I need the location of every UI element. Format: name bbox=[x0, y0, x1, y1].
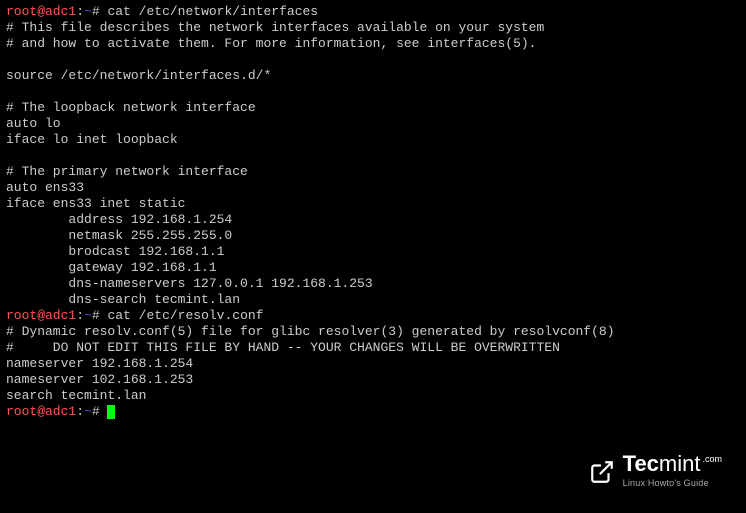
prompt-user-host: root@adc1 bbox=[6, 4, 76, 19]
output-line: nameserver 192.168.1.254 bbox=[6, 356, 740, 372]
output-line: # and how to activate them. For more inf… bbox=[6, 36, 740, 52]
output-line: auto ens33 bbox=[6, 180, 740, 196]
watermark-logo: Tecmint.com Linux Howto's Guide bbox=[589, 453, 722, 491]
prompt-cwd: ~ bbox=[84, 308, 92, 323]
output-line: source /etc/network/interfaces.d/* bbox=[6, 68, 740, 84]
prompt-line-1: root@adc1:~# cat /etc/network/interfaces bbox=[6, 4, 740, 20]
output-line: # This file describes the network interf… bbox=[6, 20, 740, 36]
output-line: nameserver 102.168.1.253 bbox=[6, 372, 740, 388]
prompt-cwd: ~ bbox=[84, 404, 92, 419]
output-line: # The primary network interface bbox=[6, 164, 740, 180]
output-line: # The loopback network interface bbox=[6, 100, 740, 116]
terminal-output: root@adc1:~# cat /etc/network/interfaces… bbox=[6, 4, 740, 420]
output-line: # DO NOT EDIT THIS FILE BY HAND -- YOUR … bbox=[6, 340, 740, 356]
output-line: dns-search tecmint.lan bbox=[6, 292, 740, 308]
prompt-symbol: # bbox=[92, 308, 100, 323]
output-line: iface ens33 inet static bbox=[6, 196, 740, 212]
output-line: gateway 192.168.1.1 bbox=[6, 260, 740, 276]
output-line: brodcast 192.168.1.1 bbox=[6, 244, 740, 260]
prompt-line-2: root@adc1:~# cat /etc/resolv.conf bbox=[6, 308, 740, 324]
watermark-brand: Tecmint.com bbox=[623, 453, 722, 475]
prompt-user-host: root@adc1 bbox=[6, 404, 76, 419]
prompt-symbol: # bbox=[92, 4, 100, 19]
output-line: address 192.168.1.254 bbox=[6, 212, 740, 228]
output-line bbox=[6, 84, 740, 100]
output-line: iface lo inet loopback bbox=[6, 132, 740, 148]
command-text: cat /etc/network/interfaces bbox=[107, 4, 318, 19]
output-line: dns-nameservers 127.0.0.1 192.168.1.253 bbox=[6, 276, 740, 292]
output-line: netmask 255.255.255.0 bbox=[6, 228, 740, 244]
external-link-icon bbox=[589, 459, 615, 485]
watermark-tagline: Linux Howto's Guide bbox=[623, 475, 709, 491]
command-text: cat /etc/resolv.conf bbox=[107, 308, 263, 323]
cursor bbox=[107, 405, 115, 419]
output-line: auto lo bbox=[6, 116, 740, 132]
prompt-user-host: root@adc1 bbox=[6, 308, 76, 323]
output-line bbox=[6, 148, 740, 164]
output-line: # Dynamic resolv.conf(5) file for glibc … bbox=[6, 324, 740, 340]
prompt-line-3[interactable]: root@adc1:~# bbox=[6, 404, 740, 420]
output-line: search tecmint.lan bbox=[6, 388, 740, 404]
output-line bbox=[6, 52, 740, 68]
prompt-symbol: # bbox=[92, 404, 100, 419]
prompt-cwd: ~ bbox=[84, 4, 92, 19]
